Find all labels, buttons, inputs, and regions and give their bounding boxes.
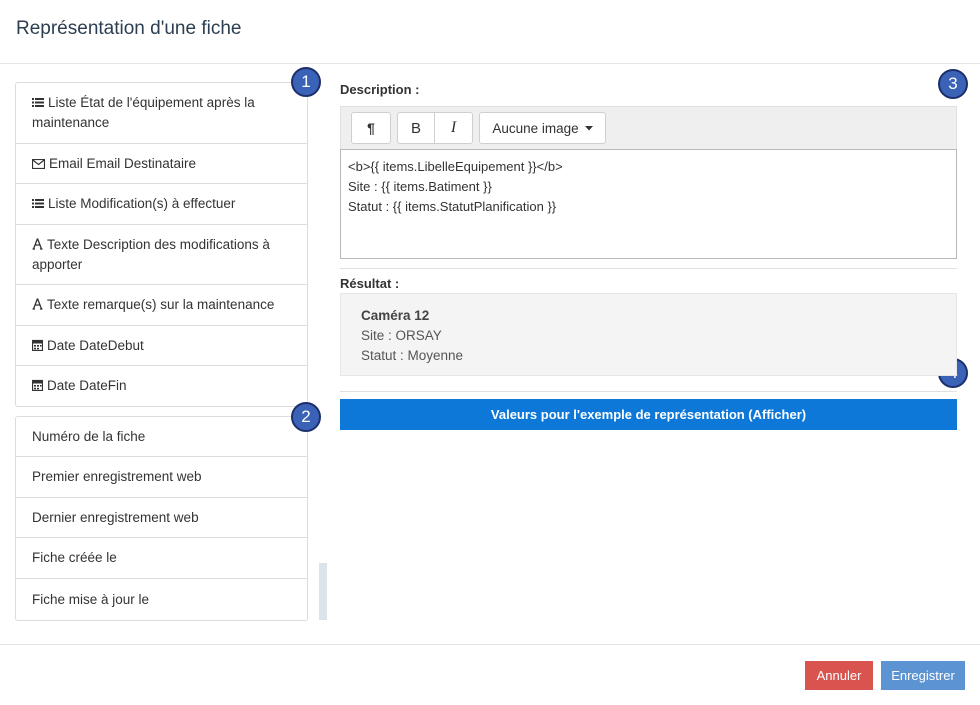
field-item-numero-fiche[interactable]: Numéro de la fiche [16,417,307,457]
result-line: Statut : Moyenne [361,348,464,363]
font-icon [32,237,43,250]
calendar-icon [32,379,43,391]
divider [340,391,957,392]
font-icon [32,298,43,310]
custom-fields-list: Liste État de l'équipement après la main… [15,82,308,407]
field-item-dernier-enregistrement[interactable]: Dernier enregistrement web [16,498,307,538]
italic-icon: I [450,119,457,136]
list-icon [32,98,44,107]
image-dropdown[interactable]: Aucune image [479,112,606,144]
paragraph-icon: ¶ [367,120,375,136]
bold-icon: B [410,119,421,137]
field-item-label: Email Email Destinataire [49,155,197,171]
callout-badge-3: 3 [938,69,968,99]
field-item-etat-equipement[interactable]: Liste État de l'équipement après la main… [16,83,307,144]
field-item-remarques[interactable]: Texte remarque(s) sur la maintenance [16,285,307,326]
editor-line: Site : {{ items.Batiment }} [348,179,492,194]
callout-badge-2: 2 [291,402,321,432]
description-editor[interactable]: <b>{{ items.LibelleEquipement }}</b> Sit… [340,149,957,259]
modal-header: Représentation d'une fiche [0,0,980,64]
field-item-fiche-creee[interactable]: Fiche créée le [16,538,307,579]
italic-button[interactable]: I [434,112,473,144]
result-line: Site : ORSAY [361,328,442,343]
field-item-label: Texte Description des modifications à ap… [32,236,270,272]
system-fields-list: Numéro de la fiche Premier enregistremen… [15,416,308,621]
editor-line: Statut : {{ items.StatutPlanification }} [348,199,557,214]
field-item-label: Premier enregistrement web [32,469,202,484]
field-item-label: Numéro de la fiche [32,428,146,444]
field-item-date-fin[interactable]: Date DateFin [16,366,307,406]
field-item-description-modifications[interactable]: Texte Description des modifications à ap… [16,225,307,285]
paragraph-button[interactable]: ¶ [351,112,391,144]
bold-button[interactable]: B [397,112,435,144]
show-example-values-button[interactable]: Valeurs pour l'exemple de représentation… [340,399,957,430]
field-item-modifications[interactable]: Liste Modification(s) à effectuer [16,184,307,225]
callout-badge-1: 1 [291,67,321,97]
caret-down-icon [584,125,593,130]
field-item-label: Liste Modification(s) à effectuer [48,196,236,211]
field-item-label: Fiche mise à jour le [32,591,150,607]
field-item-date-debut[interactable]: Date DateDebut [16,326,307,366]
description-label: Description : [340,82,420,97]
result-preview: Caméra 12 Site : ORSAY Statut : Moyenne [340,293,957,376]
result-label: Résultat : [340,276,400,291]
field-item-fiche-mise-a-jour[interactable]: Fiche mise à jour le [16,579,307,620]
divider [340,268,957,269]
image-dropdown-label: Aucune image [492,120,579,136]
scrollbar-thumb[interactable] [319,563,327,620]
calendar-icon [32,339,43,351]
editor-toolbar: ¶ B I Aucune image [340,106,957,149]
field-item-label: Liste État de l'équipement après la main… [32,95,255,130]
envelope-icon [32,158,45,169]
field-item-email-destinataire[interactable]: Email Email Destinataire [16,144,307,184]
field-item-label: Date DateDebut [47,337,144,353]
editor-line: <b>{{ items.LibelleEquipement }}</b> [348,159,563,174]
field-item-label: Fiche créée le [32,550,117,565]
save-button[interactable]: Enregistrer [881,661,965,690]
field-item-label: Texte remarque(s) sur la maintenance [47,297,275,312]
field-item-premier-enregistrement[interactable]: Premier enregistrement web [16,457,307,498]
cancel-button[interactable]: Annuler [805,661,873,690]
field-item-label: Dernier enregistrement web [32,509,199,525]
field-item-label: Date DateFin [47,378,127,393]
list-icon [32,199,44,208]
modal-title: Représentation d'une fiche [16,18,242,39]
result-title: Caméra 12 [361,308,430,323]
